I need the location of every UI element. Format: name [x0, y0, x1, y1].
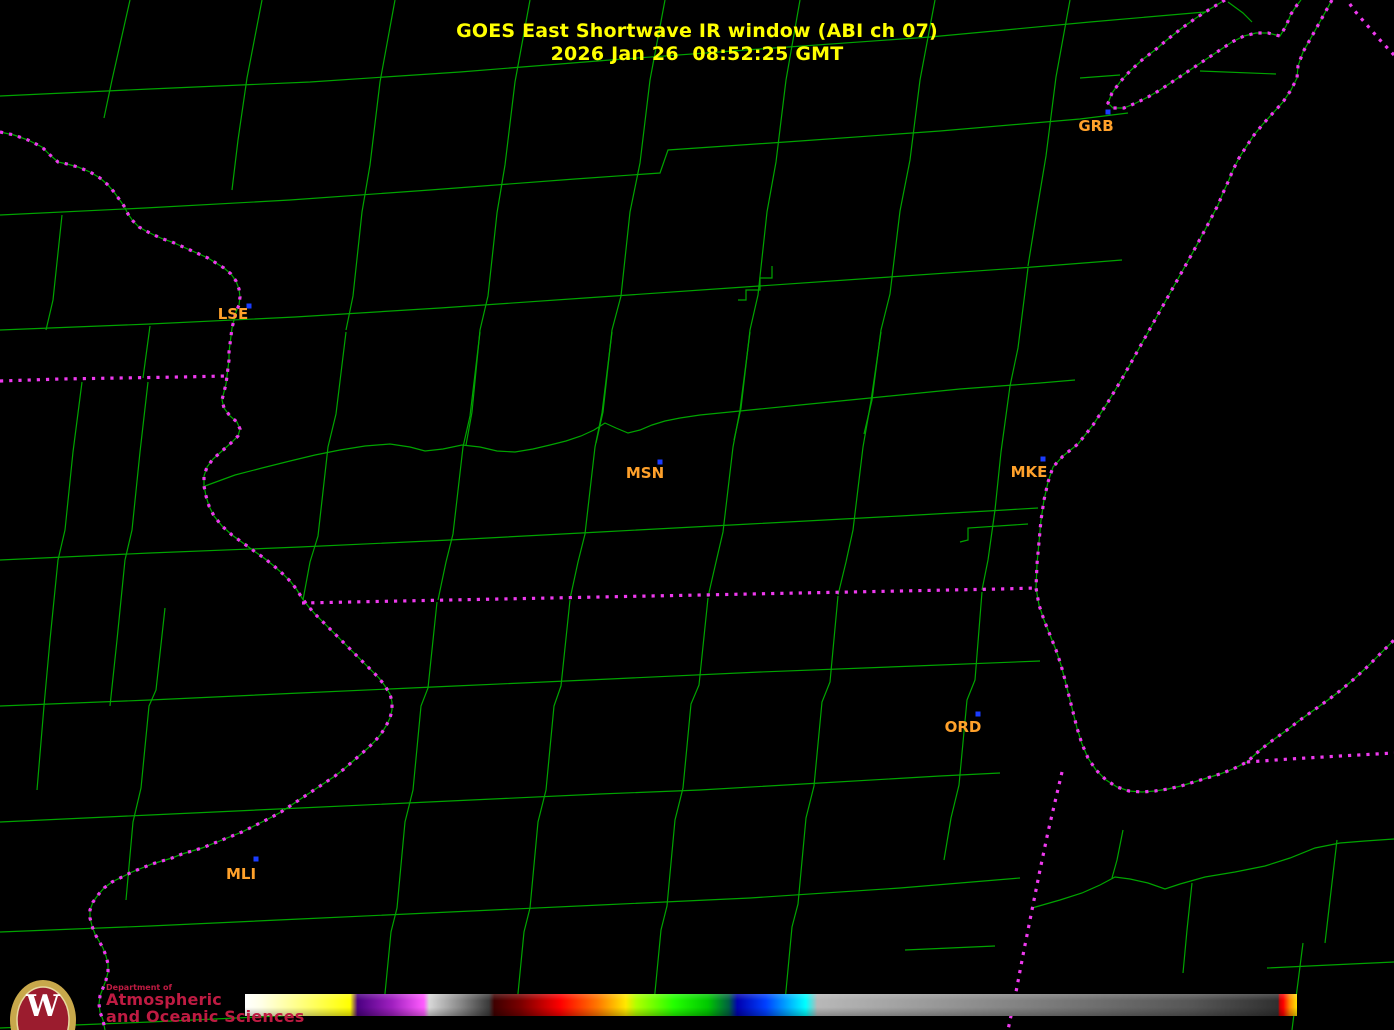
colorbar-sheen [245, 994, 1297, 1016]
county-line [1080, 75, 1120, 78]
upper-peninsula-shore-border [1347, 0, 1394, 55]
temperature-colorbar [245, 994, 1297, 1016]
city-label-lse: LSE [218, 305, 249, 323]
county-line [570, 332, 612, 599]
county-line [0, 878, 1020, 932]
county-line [0, 773, 1000, 822]
county-line [0, 12, 1205, 96]
county-line [864, 0, 935, 434]
uw-aos-logo-text: Department of Atmospheric and Oceanic Sc… [106, 984, 304, 1026]
city-label-grb: GRB [1078, 117, 1113, 135]
county-boundaries-layer [0, 0, 1394, 1030]
city-label-msn: MSN [626, 464, 664, 482]
county-line [383, 602, 437, 1014]
svg-text:W: W [25, 989, 61, 1024]
city-markers-layer: GRB LSE MSN MKE ORD MLI [218, 110, 1114, 884]
county-line [838, 332, 881, 595]
county-line [1267, 962, 1394, 968]
county-line [37, 382, 82, 790]
county-line [905, 946, 995, 950]
city-marker-grb [1106, 110, 1111, 115]
county-line [738, 266, 772, 300]
satellite-image-viewport: GRBLSEMSNMKEORDMLI GOES East Shortwave I… [0, 0, 1394, 1030]
county-line [516, 600, 570, 1014]
county-line [1200, 71, 1276, 74]
county-line [0, 260, 1122, 330]
mississippi-river-shoreline [0, 132, 392, 1030]
county-line [104, 0, 130, 118]
county-line [346, 0, 395, 330]
county-line [0, 508, 1038, 560]
mississippi-river-border [0, 132, 392, 1030]
green-bay-shore-shoreline [1108, 0, 1301, 108]
green-bay-shore-border [1108, 0, 1301, 108]
city-label-mli: MLI [226, 865, 256, 883]
state-borders-layer [0, 0, 1394, 1030]
county-line [982, 268, 1028, 590]
uw-crest-icon: W [6, 980, 78, 1030]
county-line [46, 215, 62, 330]
city-marker-ord [976, 712, 981, 717]
il-in-border-border [1008, 772, 1062, 1030]
uw-aos-logo: W Department of Atmospheric and Oceanic … [6, 980, 304, 1030]
county-line [438, 332, 480, 600]
ia-mn-border-border [0, 376, 226, 381]
city-marker-mke [1041, 457, 1046, 462]
county-line [126, 608, 165, 900]
county-line [1028, 0, 1070, 266]
county-line [1325, 840, 1337, 943]
county-line [960, 524, 1028, 542]
county-line [1112, 830, 1123, 878]
county-line [143, 326, 150, 378]
county-line [734, 0, 800, 440]
county-line [784, 596, 838, 1012]
county-line [653, 598, 708, 1013]
county-line [1183, 883, 1192, 973]
county-line [1292, 943, 1303, 1030]
map-canvas: GRB LSE MSN MKE ORD MLI [0, 0, 1394, 1030]
city-marker-mli [254, 857, 259, 862]
county-line [232, 0, 262, 190]
city-label-ord: ORD [945, 718, 982, 736]
city-label-mke: MKE [1011, 463, 1048, 481]
wi-il-border-border [302, 588, 1036, 603]
county-line [1032, 839, 1394, 908]
shoreline-green-layer [0, 0, 1394, 1030]
county-line [0, 113, 1128, 215]
county-line [0, 661, 1040, 706]
logo-line2: and Oceanic Sciences [106, 1009, 304, 1026]
county-line [1228, 2, 1252, 22]
county-line [303, 332, 346, 600]
southern-lake-line-border [1247, 753, 1394, 762]
county-line [110, 382, 148, 706]
county-line [708, 332, 750, 597]
